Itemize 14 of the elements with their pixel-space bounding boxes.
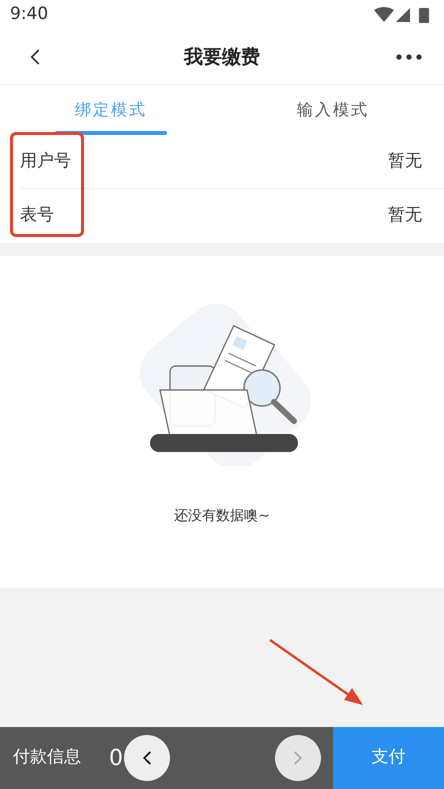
mode-tab[interactable]: 输入模式 [222, 85, 444, 135]
status-time: 9:40 [10, 3, 48, 26]
row-label: 用户号 [20, 150, 71, 173]
pay-button[interactable]: 支付 [333, 727, 444, 789]
page-title: 我要缴费 [184, 44, 260, 70]
payment-info-label: 付款信息 [13, 746, 81, 770]
previous-button[interactable] [124, 735, 170, 781]
mode-tab[interactable]: 绑定模式 [0, 85, 222, 135]
row-value: 暂无 [388, 150, 422, 173]
more-icon[interactable] [396, 54, 422, 60]
row-label: 表号 [20, 204, 54, 228]
row-value: 暂无 [388, 204, 422, 228]
amount-text: 0 [109, 744, 123, 772]
empty-message: 还没有数据噢~ [174, 507, 270, 526]
